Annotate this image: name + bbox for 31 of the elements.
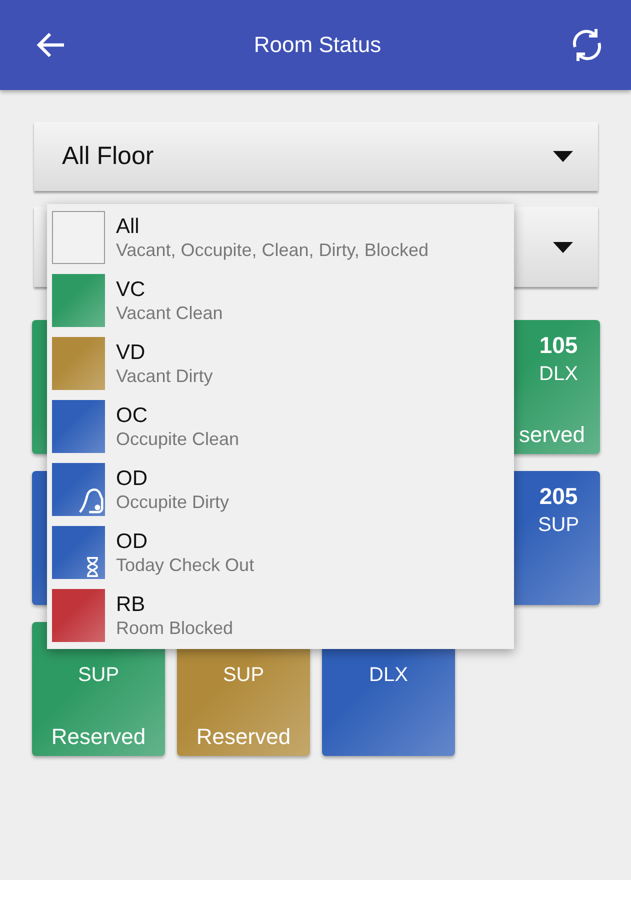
hourglass-icon [86,557,99,577]
screen-title: Room Status [254,32,382,58]
back-arrow-icon[interactable] [36,32,66,58]
status-code: OD [116,466,148,490]
room-status: Reserved [196,724,291,750]
status-code: VD [116,340,146,364]
status-description: Vacant, Occupite, Clean, Dirty, Blocked [116,240,428,260]
status-code: OD [116,530,148,554]
caret-icon [553,242,573,252]
room-type: SUP [538,514,580,537]
room-status: served [519,422,586,448]
room-type: DLX [369,664,408,687]
floor-dropdown[interactable]: All Floor [34,122,598,191]
status-code: RB [116,592,146,616]
status-code: All [116,214,140,238]
status-description: Occupite Dirty [116,492,230,512]
vacuum-icon [78,486,104,514]
room-number: 105 [539,332,578,359]
status-description: Vacant Clean [116,302,223,324]
room-type: SUP [222,664,264,687]
status-code: VC [116,278,146,302]
status-description: Occupite Clean [116,428,240,450]
status-description: Vacant Dirty [116,366,213,386]
status-option[interactable]: All Vacant, Occupite, Clean, Dirty, Blocked [47,206,514,269]
status-code: OC [116,404,148,428]
status-description: Today Check Out [116,554,254,576]
room-status: Reserved [51,724,146,750]
room-type: SUP [78,664,120,687]
room-number: 205 [539,483,578,510]
caret-icon [553,151,573,162]
room-type: DLX [539,363,578,386]
